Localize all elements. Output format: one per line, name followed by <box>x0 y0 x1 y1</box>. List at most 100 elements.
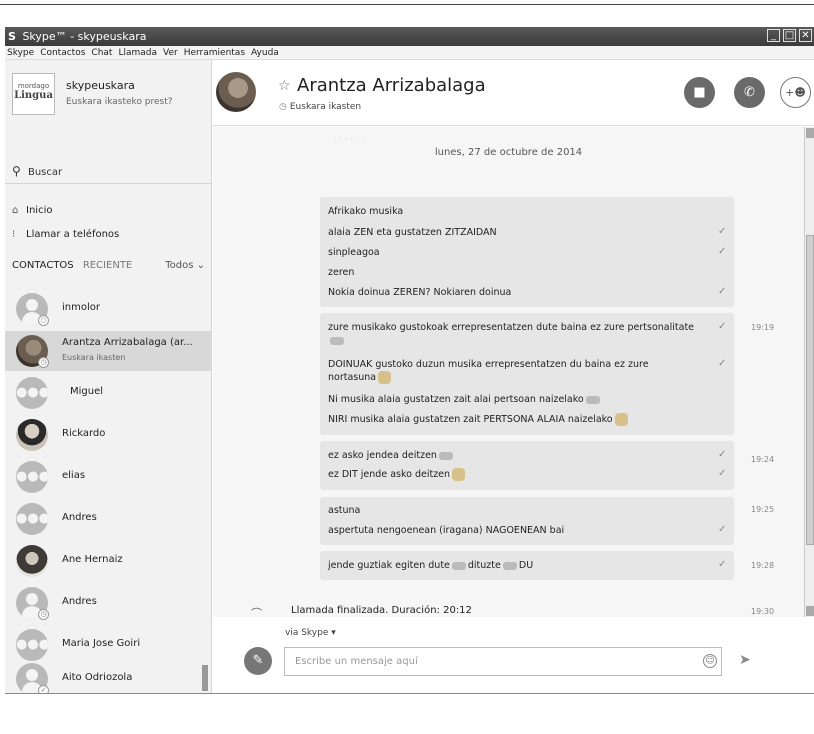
tab-reciente[interactable]: RECIENTE <box>83 260 132 271</box>
window-controls: _ □ ✕ <box>767 29 812 42</box>
group-avatar: ●●● <box>16 629 48 661</box>
message-group: astuna aspertuta nengoenean (iragana) NA… <box>320 497 734 545</box>
message-text: Afrikako musika <box>328 206 404 217</box>
menu-llamada[interactable]: Llamada <box>118 46 157 59</box>
filter-dropdown[interactable]: Todos ⌄ <box>165 260 205 271</box>
search-box[interactable]: ⚲ Buscar <box>5 158 212 184</box>
faded-previous-text: · · · · · · <box>333 135 365 145</box>
edited-icon[interactable]: ✓ <box>718 449 726 460</box>
avatar <box>16 545 48 577</box>
status-badge: ◷ <box>38 357 49 368</box>
contact-item[interactable]: Rickardo <box>5 415 212 455</box>
add-people-button[interactable]: +☻ <box>780 77 811 108</box>
edited-icon[interactable]: ✓ <box>718 358 726 369</box>
message-group: zure musikako gustokoak errepresentatzen… <box>320 313 734 435</box>
maximize-icon[interactable]: □ <box>783 29 796 42</box>
thumbs-up-icon <box>452 468 466 481</box>
contact-item-selected[interactable]: ◷ Arantza Arrizabalaga (ar... Euskara ik… <box>5 331 212 371</box>
profile-status[interactable]: Euskara ikasteko prest? <box>66 97 173 107</box>
message-text: alaia ZEN eta gustatzen ZITZAIDAN <box>328 227 497 238</box>
message-time: 19:25 <box>751 505 775 514</box>
clock-icon: ◷ <box>279 102 287 112</box>
menu-chat[interactable]: Chat <box>91 46 112 59</box>
nav-home[interactable]: ⌂ Inicio <box>12 205 52 216</box>
voice-call-button[interactable]: ✆ <box>734 77 765 108</box>
menu-contactos[interactable]: Contactos <box>40 46 85 59</box>
message-group: Afrikako musika alaia ZEN eta gustatzen … <box>320 197 734 307</box>
message-group: ez asko jendea deitzen ✓ ez DIT jende as… <box>320 441 734 490</box>
contact-item[interactable]: ○ inmolor <box>5 289 212 329</box>
contact-status: Euskara ikasten <box>62 353 126 362</box>
contact-name: Arantza Arrizabalaga (ar... <box>62 337 193 348</box>
dialpad-icon: ⁝ <box>12 229 16 240</box>
edited-icon[interactable]: ✓ <box>718 524 726 535</box>
status-badge: ○ <box>38 315 49 326</box>
contact-item[interactable]: ●●● Miguel <box>5 373 212 413</box>
sidebar: mordago Lingua skypeuskara Euskara ikast… <box>5 60 212 693</box>
message-time: 19:24 <box>751 455 775 464</box>
hangup-icon: ⌒ <box>251 607 262 617</box>
send-icon[interactable]: ➤ <box>739 652 751 668</box>
tab-contactos[interactable]: CONTACTOS <box>12 260 74 271</box>
close-icon[interactable]: ✕ <box>799 29 812 42</box>
message-text: DOINUAK gustoko duzun musika errepresent… <box>328 359 649 384</box>
contact-item[interactable]: ●●● elias <box>5 457 212 497</box>
minimize-icon[interactable]: _ <box>767 29 780 42</box>
menu-herramientas[interactable]: Herramientas <box>184 46 245 59</box>
profile-card[interactable]: mordago Lingua skypeuskara Euskara ikast… <box>12 73 207 123</box>
nav-phones[interactable]: ⁝ Llamar a teléfonos <box>12 229 119 240</box>
thumbs-up-icon <box>378 371 392 384</box>
edited-icon[interactable]: ✓ <box>718 559 726 570</box>
group-avatar: ●●● <box>16 503 48 535</box>
message-input[interactable] <box>284 647 722 676</box>
edited-icon[interactable]: ✓ <box>718 286 726 297</box>
chat-scrollbar[interactable] <box>804 127 814 617</box>
home-icon: ⌂ <box>12 205 19 216</box>
sidebar-scrollbar[interactable] <box>202 665 208 691</box>
emoticon-icon <box>585 395 600 404</box>
chat-avatar[interactable] <box>216 72 256 112</box>
contact-name: Rickardo <box>62 428 106 439</box>
contact-item[interactable]: ◷ Andres <box>5 583 212 623</box>
scroll-thumb[interactable] <box>806 235 814 545</box>
edited-icon[interactable]: ✓ <box>718 246 726 257</box>
edited-icon[interactable]: ✓ <box>718 468 726 479</box>
menu-skype[interactable]: Skype <box>7 46 34 59</box>
message-text: ez asko jendea deitzen <box>328 449 698 462</box>
message-text: NIRI musika alaia gustatzen zait PERTSON… <box>328 413 698 426</box>
emoticon-icon <box>330 336 344 345</box>
emoticon-icon <box>502 561 517 570</box>
edited-icon[interactable]: ✓ <box>718 226 726 237</box>
contact-item[interactable]: ✓ Aito Odriozola <box>5 659 212 693</box>
skype-window: S Skype™ - skypeuskara _ □ ✕ Skype Conta… <box>5 27 814 694</box>
attach-icon[interactable]: ✎ <box>244 647 272 675</box>
message-time: 19:28 <box>751 561 775 570</box>
contact-item[interactable]: Ane Hernaiz <box>5 541 212 581</box>
message-text: jende guztiak egiten dute dituzte DU <box>328 560 534 571</box>
scroll-up-arrow-icon[interactable] <box>806 128 814 138</box>
search-icon: ⚲ <box>12 164 21 178</box>
call-time: 19:30 <box>751 607 775 616</box>
window-title: Skype™ - skypeuskara <box>22 30 147 43</box>
message-time: 19:19 <box>751 323 775 332</box>
date-separator: lunes, 27 de octubre de 2014 <box>434 147 583 158</box>
contact-name: Miguel <box>70 386 104 397</box>
favorite-star-icon[interactable]: ☆ <box>278 78 291 94</box>
contact-item[interactable]: ●●● Andres <box>5 499 212 539</box>
composer: via Skype ▾ ✎ ☺ ➤ <box>213 617 814 693</box>
contact-name: Andres <box>62 596 97 607</box>
menu-ayuda[interactable]: Ayuda <box>251 46 279 59</box>
message-text: zeren <box>328 267 355 278</box>
menu-ver[interactable]: Ver <box>163 46 178 59</box>
emoticon-picker-icon[interactable]: ☺ <box>703 654 717 668</box>
via-skype-dropdown[interactable]: via Skype ▾ <box>285 628 336 638</box>
group-avatar: ●●● <box>16 377 48 409</box>
edited-icon[interactable]: ✓ <box>718 321 726 332</box>
video-call-button[interactable]: ■ <box>684 77 715 108</box>
scroll-down-arrow-icon[interactable] <box>806 606 814 616</box>
chat-contact-status: ◷ Euskara ikasten <box>279 102 362 112</box>
message-area[interactable]: · · · · · · lunes, 27 de octubre de 2014… <box>213 127 804 617</box>
profile-name: skypeuskara <box>66 79 135 92</box>
avatar <box>16 419 48 451</box>
skype-logo-icon: S <box>8 30 16 43</box>
